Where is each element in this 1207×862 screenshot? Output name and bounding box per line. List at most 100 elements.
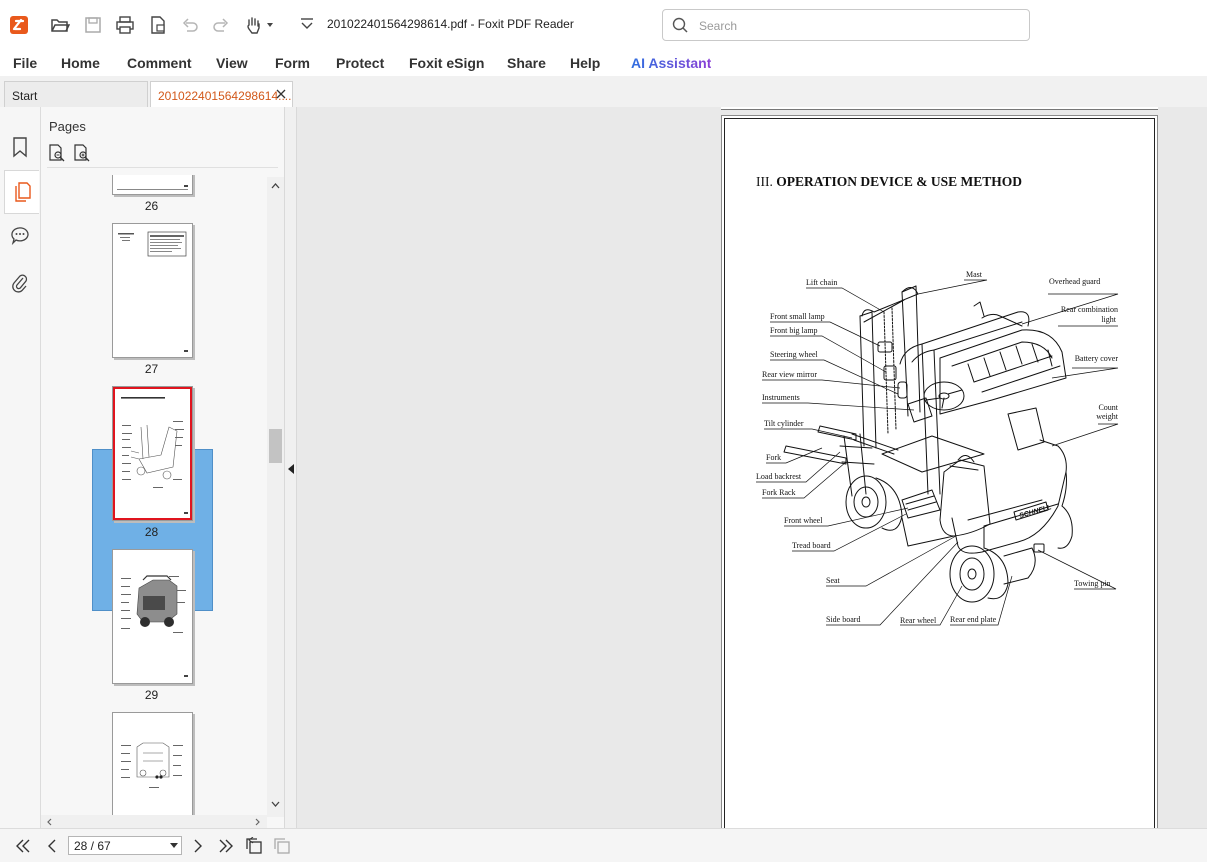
label-rear-combination-light-2: light [1101, 315, 1116, 324]
label-mast: Mast [966, 270, 983, 279]
menu-bar: File Home Comment View Form Protect Foxi… [0, 50, 1207, 76]
next-page-icon[interactable] [188, 837, 206, 855]
tab-document-label: 201022401564298614.... [158, 89, 292, 103]
scrollbar-thumb[interactable] [269, 429, 282, 463]
panel-divider [47, 167, 278, 168]
label-seat: Seat [826, 576, 841, 585]
menu-help[interactable]: Help [570, 55, 600, 71]
title-bar: 201022401564298614.pdf - Foxit PDF Reade… [0, 0, 1207, 51]
zoom-in-thumbnail-icon[interactable] [73, 144, 91, 162]
customize-icon[interactable] [294, 12, 320, 38]
undo-icon[interactable] [177, 12, 203, 38]
zoom-out-thumbnail-icon[interactable] [48, 144, 66, 162]
label-tread-board: Tread board [792, 541, 831, 550]
thumbnail-page-28[interactable] [112, 386, 193, 521]
redo-icon[interactable] [208, 12, 234, 38]
foxit-logo-icon[interactable] [6, 12, 32, 38]
label-tilt-cylinder: Tilt cylinder [764, 419, 804, 428]
document-title: 201022401564298614.pdf - Foxit PDF Reade… [327, 17, 574, 31]
status-bar: 28 / 67 [0, 828, 1207, 862]
bookmark-button[interactable] [4, 127, 36, 167]
label-count-weight-1: Count [1098, 403, 1118, 412]
page-number-input[interactable]: 28 / 67 [68, 836, 182, 855]
menu-file[interactable]: File [13, 55, 37, 71]
print-icon[interactable] [112, 12, 138, 38]
pages-panel: Pages 26 27 28 29 [41, 107, 284, 828]
first-page-icon[interactable] [14, 837, 32, 855]
menu-view[interactable]: View [216, 55, 248, 71]
menu-form[interactable]: Form [275, 55, 310, 71]
thumbnail-page-27[interactable] [112, 223, 193, 358]
label-front-big-lamp: Front big lamp [770, 326, 818, 335]
open-icon[interactable] [47, 12, 73, 38]
thumbnail-page-26[interactable] [112, 175, 193, 195]
tab-document[interactable]: 201022401564298614.... [150, 81, 293, 107]
label-overhead-guard: Overhead guard [1049, 277, 1100, 286]
brand-plate-text: SCHNELL [1019, 504, 1053, 520]
thumbnail-label: 26 [144, 199, 159, 213]
menu-protect[interactable]: Protect [336, 55, 384, 71]
label-front-small-lamp: Front small lamp [770, 312, 825, 321]
previous-page-icon[interactable] [44, 837, 62, 855]
panel-splitter[interactable] [284, 107, 297, 828]
scroll-left-icon[interactable] [45, 817, 55, 827]
menu-share[interactable]: Share [507, 55, 546, 71]
menu-comment[interactable]: Comment [127, 55, 192, 71]
attachments-button[interactable] [4, 263, 36, 303]
comments-button[interactable] [4, 215, 36, 255]
scroll-right-icon[interactable] [252, 817, 262, 827]
label-side-board: Side board [826, 615, 860, 624]
menu-foxit-esign[interactable]: Foxit eSign [409, 55, 484, 71]
search-box[interactable] [662, 9, 1030, 41]
forklift-diagram: SCHNELL Lift chain Mast Overhead guard F… [756, 270, 1119, 626]
label-fork-rack: Fork Rack [762, 488, 796, 497]
last-page-icon[interactable] [217, 837, 235, 855]
label-lift-chain: Lift chain [806, 278, 837, 287]
previous-view-icon[interactable] [245, 837, 263, 855]
thumbnail-page-30[interactable] [112, 712, 193, 815]
panel-title: Pages [49, 119, 86, 134]
close-icon[interactable] [274, 87, 288, 101]
page-indicator: 28 / 67 [74, 839, 111, 853]
scroll-down-icon[interactable] [270, 799, 281, 809]
thumbnail-page-28-preview [113, 387, 192, 520]
label-rear-end-plate: Rear end plate [950, 615, 997, 624]
thumbnail-label: 27 [144, 362, 159, 376]
save-icon[interactable] [80, 12, 106, 38]
callout-labels: Lift chain Mast Overhead guard Front sma… [756, 270, 1119, 625]
thumbnail-label: 28 [144, 525, 159, 539]
thumbnail-list: 26 27 28 29 [41, 175, 267, 815]
thumbnail-page-29-preview [121, 575, 188, 677]
label-fork: Fork [766, 453, 781, 462]
scroll-up-icon[interactable] [270, 181, 281, 191]
menu-home[interactable]: Home [61, 55, 100, 71]
collapse-panel-icon[interactable] [287, 463, 295, 475]
pages-icon [15, 182, 31, 202]
thumbnail-label: 29 [144, 688, 159, 702]
attachment-icon [12, 274, 28, 293]
label-battery-cover: Battery cover [1075, 354, 1119, 363]
label-towing-pin: Towing pin [1074, 579, 1111, 588]
comment-icon [11, 227, 29, 245]
label-load-backrest: Load backrest [756, 472, 802, 481]
label-rear-wheel: Rear wheel [900, 616, 937, 625]
thumbnail-horizontal-scrollbar[interactable] [41, 815, 267, 828]
next-view-icon[interactable] [273, 837, 291, 855]
thumbnail-page-30-preview [121, 742, 183, 788]
create-pdf-icon[interactable] [145, 12, 171, 38]
forklift-drawing [783, 285, 1073, 603]
thumbnail-page-27-preview [118, 231, 188, 352]
label-rear-view-mirror: Rear view mirror [762, 370, 817, 379]
pages-button[interactable] [4, 170, 39, 214]
bookmark-icon [13, 137, 27, 158]
previous-page-edge [721, 107, 1158, 110]
thumbnail-page-29[interactable] [112, 549, 193, 684]
menu-ai-assistant[interactable]: AI Assistant [631, 55, 711, 71]
search-input[interactable] [697, 16, 1021, 36]
hand-tool-icon[interactable] [242, 12, 276, 38]
tab-start-label: Start [12, 89, 38, 103]
chevron-down-icon[interactable] [170, 843, 178, 849]
tab-start[interactable]: Start [4, 81, 148, 107]
pdf-page[interactable]: III. OPERATION DEVICE & USE METHOD SCHNE… [721, 115, 1158, 828]
thumbnail-scrollbar[interactable] [267, 177, 284, 817]
